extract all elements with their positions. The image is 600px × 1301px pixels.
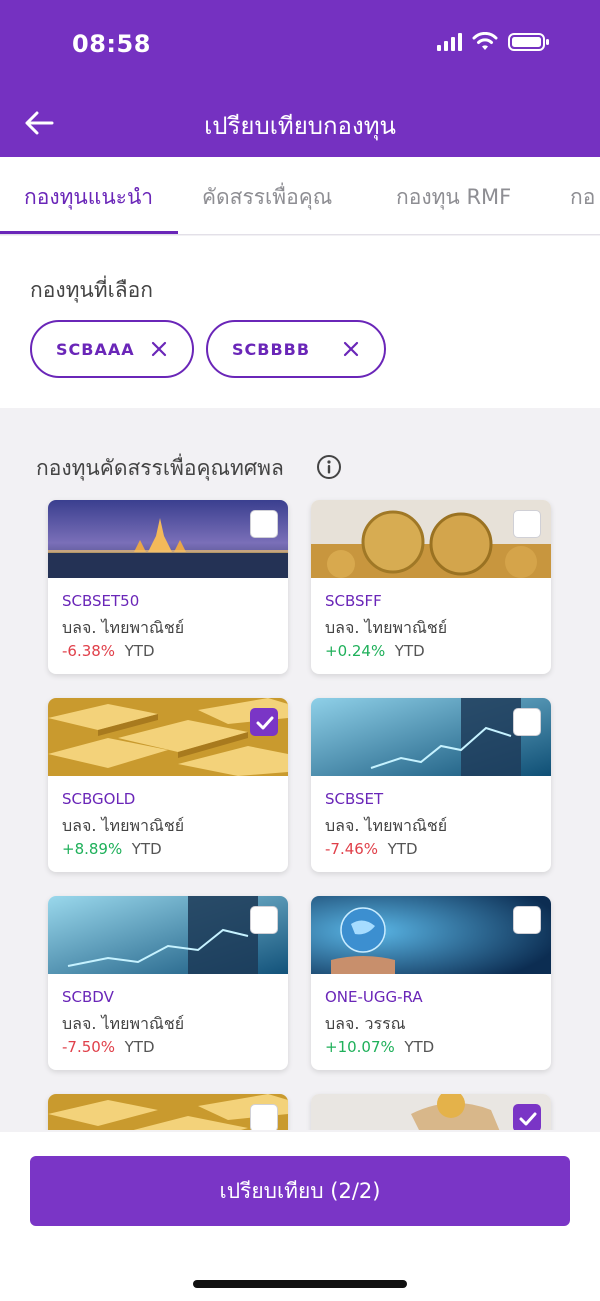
fund-period: YTD <box>124 1038 155 1056</box>
select-checkbox[interactable] <box>513 510 541 538</box>
fund-card[interactable]: ONE-UGG-RA บลจ. วรรณ +10.07% YTD <box>311 896 551 1070</box>
fund-manager: บลจ. ไทยพาณิชย์ <box>62 1014 185 1033</box>
fund-card[interactable]: SCBSET บลจ. ไทยพาณิชย์ -7.46% YTD <box>311 698 551 872</box>
select-checkbox[interactable] <box>513 708 541 736</box>
fund-performance: -7.46% YTD <box>325 840 418 858</box>
checkmark-icon <box>519 1112 537 1126</box>
wifi-icon <box>472 32 498 50</box>
fund-performance: -6.38% YTD <box>62 642 155 660</box>
fund-return: -7.46% <box>325 840 379 858</box>
active-tab-indicator <box>0 231 178 234</box>
fund-card[interactable]: SCBSFF บลจ. ไทยพาณิชย์ +0.24% YTD <box>311 500 551 674</box>
fund-performance: -7.50% YTD <box>62 1038 155 1056</box>
fund-category-tabs: กองทุนแนะนำ คัดสรรเพื่อคุณ กองทุน RMF กอ <box>0 157 600 235</box>
fund-manager: บลจ. วรรณ <box>325 1014 406 1033</box>
close-icon[interactable] <box>342 340 360 358</box>
compare-button[interactable]: เปรียบเทียบ (2/2) <box>30 1156 570 1226</box>
fund-code: SCBSET50 <box>62 592 140 610</box>
fund-code: ONE-UGG-RA <box>325 988 423 1006</box>
close-icon[interactable] <box>150 340 168 358</box>
chip-label: SCBAAA <box>56 339 135 359</box>
fund-return: +0.24% <box>325 642 386 660</box>
fund-card[interactable] <box>48 1094 288 1130</box>
curated-funds-section: กองทุนคัดสรรเพื่อคุณทศพล SCBSET50 บลจ. ไ… <box>0 410 600 1130</box>
selected-funds-section: กองทุนที่เลือก SCBAAA SCBBBB <box>0 236 600 408</box>
page-title: เปรียบเทียบกองทุน <box>204 112 396 140</box>
fund-period: YTD <box>387 840 418 858</box>
fund-card[interactable]: SCBSET50 บลจ. ไทยพาณิชย์ -6.38% YTD <box>48 500 288 674</box>
fund-code: SCBGOLD <box>62 790 136 808</box>
curated-funds-title: กองทุนคัดสรรเพื่อคุณทศพล <box>36 456 284 480</box>
fund-card[interactable]: SCBGOLD บลจ. ไทยพาณิชย์ +8.89% YTD <box>48 698 288 872</box>
status-icons <box>437 32 550 52</box>
app-header: 08:58 เปรียบเทียบกองทุน <box>0 0 600 157</box>
bottom-action-bar: เปรียบเทียบ (2/2) <box>0 1132 600 1301</box>
tab-recommended[interactable]: กองทุนแนะนำ <box>24 181 153 214</box>
battery-icon <box>508 33 549 51</box>
select-checkbox[interactable] <box>513 906 541 934</box>
fund-manager: บลจ. ไทยพาณิชย์ <box>325 816 448 835</box>
selected-funds-title: กองทุนที่เลือก <box>30 278 153 302</box>
fund-code: SCBSFF <box>325 592 382 610</box>
fund-card[interactable] <box>311 1094 551 1130</box>
chip-label: SCBBBB <box>232 339 311 359</box>
fund-manager: บลจ. ไทยพาณิชย์ <box>325 618 448 637</box>
info-icon[interactable] <box>316 454 342 480</box>
tab-curated[interactable]: คัดสรรเพื่อคุณ <box>202 181 332 214</box>
selected-fund-chip[interactable]: SCBAAA <box>30 320 194 378</box>
fund-return: +8.89% <box>62 840 123 858</box>
select-checkbox[interactable] <box>250 906 278 934</box>
fund-performance: +0.24% YTD <box>325 642 425 660</box>
fund-performance: +10.07% YTD <box>325 1038 434 1056</box>
select-checkbox[interactable] <box>250 708 278 736</box>
select-checkbox[interactable] <box>250 510 278 538</box>
fund-manager: บลจ. ไทยพาณิชย์ <box>62 816 185 835</box>
home-indicator <box>193 1280 407 1288</box>
fund-performance: +8.89% YTD <box>62 840 162 858</box>
fund-period: YTD <box>124 642 155 660</box>
fund-return: -6.38% <box>62 642 116 660</box>
fund-code: SCBSET <box>325 790 384 808</box>
fund-code: SCBDV <box>62 988 114 1006</box>
status-time: 08:58 <box>72 30 151 58</box>
fund-return: +10.07% <box>325 1038 395 1056</box>
fund-period: YTD <box>404 1038 435 1056</box>
select-checkbox[interactable] <box>513 1104 541 1130</box>
fund-card[interactable]: SCBDV บลจ. ไทยพาณิชย์ -7.50% YTD <box>48 896 288 1070</box>
selected-fund-chip[interactable]: SCBBBB <box>206 320 386 378</box>
fund-period: YTD <box>131 840 162 858</box>
fund-period: YTD <box>394 642 425 660</box>
fund-manager: บลจ. ไทยพาณิชย์ <box>62 618 185 637</box>
fund-return: -7.50% <box>62 1038 116 1056</box>
cellular-signal-icon <box>437 33 462 51</box>
checkmark-icon <box>256 716 274 730</box>
tab-rmf[interactable]: กองทุน RMF <box>396 181 511 214</box>
select-checkbox[interactable] <box>250 1104 278 1130</box>
tab-more[interactable]: กอ <box>570 181 595 214</box>
